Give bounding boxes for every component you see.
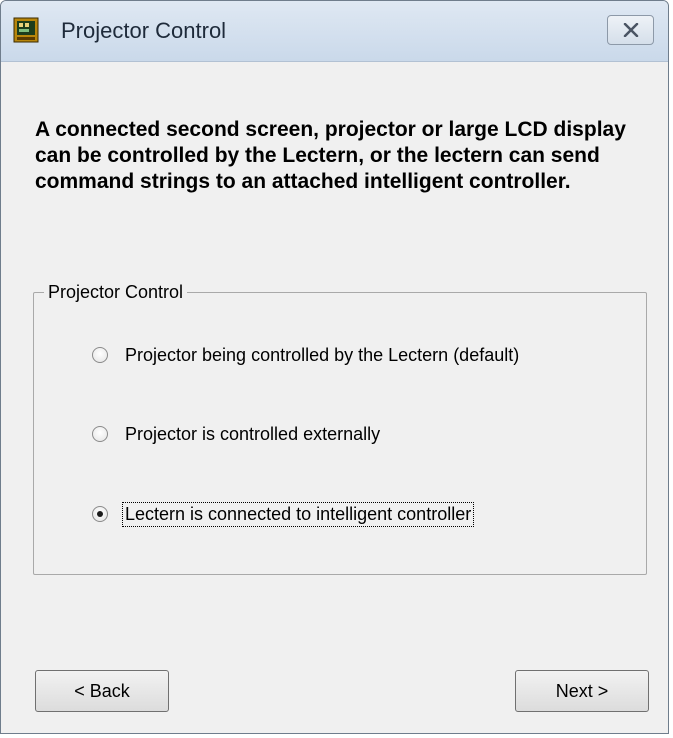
option-label: Projector is controlled externally bbox=[125, 423, 381, 444]
radio-button-selected[interactable] bbox=[92, 506, 108, 522]
option-intelligent-controller[interactable]: Lectern is connected to intelligent cont… bbox=[92, 499, 475, 529]
close-button[interactable] bbox=[607, 15, 654, 45]
projector-control-dialog: Projector Control A connected second scr… bbox=[0, 0, 669, 734]
group-label: Projector Control bbox=[44, 280, 188, 304]
close-icon bbox=[623, 23, 639, 37]
option-controlled-externally[interactable]: Projector is controlled externally bbox=[92, 419, 382, 449]
projector-control-app-icon bbox=[13, 17, 39, 43]
option-label: Lectern is connected to intelligent cont… bbox=[121, 501, 475, 527]
next-button[interactable]: Next > bbox=[515, 670, 649, 712]
back-button[interactable]: < Back bbox=[35, 670, 169, 712]
radio-button[interactable] bbox=[92, 347, 108, 363]
option-label: Projector being controlled by the Lecter… bbox=[125, 344, 520, 365]
title-bar[interactable]: Projector Control bbox=[1, 1, 668, 62]
projector-control-group: Projector Control Projector being contro… bbox=[33, 280, 647, 575]
window-title: Projector Control bbox=[61, 18, 227, 43]
description-text: A connected second screen, projector or … bbox=[35, 118, 626, 193]
dialog-body: A connected second screen, projector or … bbox=[1, 62, 668, 733]
option-lectern-controlled[interactable]: Projector being controlled by the Lecter… bbox=[92, 340, 521, 370]
radio-button[interactable] bbox=[92, 426, 108, 442]
